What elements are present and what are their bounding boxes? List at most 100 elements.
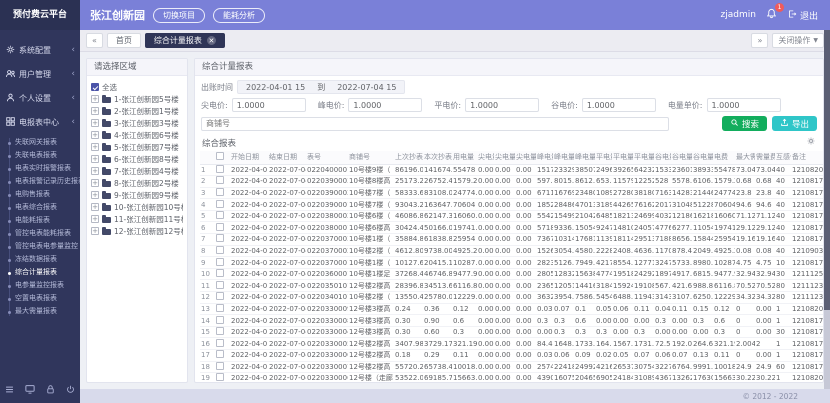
table-row[interactable]: 102022-04-012022-07-04022036000110号楼1楼足3… bbox=[200, 268, 823, 280]
tree-item-10[interactable]: +11-张江创新园11号楼 bbox=[91, 213, 183, 225]
row-checkbox[interactable] bbox=[216, 362, 224, 370]
sidebar-report-item-5[interactable]: 电表综合报表 bbox=[0, 201, 80, 214]
table-row[interactable]: 62022-04-012022-07-04022038000110号楼6楼高30… bbox=[200, 222, 823, 234]
column-header-6[interactable]: 用电量 bbox=[452, 151, 477, 164]
sidebar-report-item-6[interactable]: 电能耗报表 bbox=[0, 214, 80, 227]
sidebar-report-item-10[interactable]: 综合计量报表 bbox=[0, 266, 80, 279]
expand-icon[interactable]: + bbox=[91, 203, 99, 211]
expand-icon[interactable]: + bbox=[91, 143, 99, 151]
sidebar-item-0[interactable]: 系统配置‹ bbox=[0, 38, 80, 62]
row-checkbox[interactable] bbox=[216, 234, 224, 242]
table-row[interactable]: 22022-04-012022-07-04022039000310号楼8楼高25… bbox=[200, 176, 823, 188]
sidebar-report-item-12[interactable]: 空置电表报表 bbox=[0, 292, 80, 305]
sidebar-report-item-0[interactable]: 失联网关报表 bbox=[0, 136, 80, 149]
column-header-12[interactable]: 峰电量费 bbox=[574, 151, 595, 164]
row-checkbox[interactable] bbox=[216, 350, 224, 358]
price-input-2[interactable] bbox=[465, 98, 539, 112]
expand-icon[interactable]: + bbox=[91, 95, 99, 103]
row-checkbox[interactable] bbox=[216, 269, 224, 277]
column-header-0[interactable]: 开始日期 bbox=[230, 151, 268, 164]
row-checkbox[interactable] bbox=[216, 281, 224, 289]
column-header-23[interactable]: 备注 bbox=[791, 151, 823, 164]
select-all-row[interactable]: 全选 bbox=[91, 81, 183, 93]
row-checkbox[interactable] bbox=[216, 373, 224, 381]
tree-item-0[interactable]: +1-张江创新园5号楼 bbox=[91, 93, 183, 105]
sidebar-report-item-7[interactable]: 管控电表能耗报表 bbox=[0, 227, 80, 240]
search-button[interactable]: 搜索 bbox=[722, 116, 767, 131]
row-checkbox[interactable] bbox=[216, 339, 224, 347]
column-settings-button[interactable] bbox=[806, 136, 816, 149]
price-input-4[interactable] bbox=[707, 98, 781, 112]
scrollbar-thumb[interactable] bbox=[824, 30, 830, 310]
column-header-7[interactable]: 尖电量 bbox=[477, 151, 494, 164]
expand-icon[interactable]: + bbox=[91, 131, 99, 139]
tree-item-2[interactable]: +3-张江创新园3号楼 bbox=[91, 117, 183, 129]
date-range-picker[interactable]: 2022-04-01 15 到 2022-07-04 15 bbox=[237, 80, 405, 94]
tree-item-11[interactable]: +12-张江创新园12号楼 bbox=[91, 225, 183, 237]
table-row[interactable]: 192022-04-012022-07-04022033000612号楼（走廊5… bbox=[200, 373, 823, 382]
table-row[interactable]: 162022-04-012022-07-04022033000512号楼2楼高3… bbox=[200, 338, 823, 350]
row-checkbox[interactable] bbox=[216, 304, 224, 312]
tab-1[interactable]: 综合计量报表✕ bbox=[145, 33, 225, 48]
window-scrollbar[interactable] bbox=[824, 30, 830, 389]
username[interactable]: zjadmin bbox=[721, 10, 756, 20]
row-checkbox[interactable] bbox=[216, 211, 224, 219]
switch-project-button[interactable]: 切换项目 bbox=[153, 8, 205, 23]
table-row[interactable]: 142022-04-012022-07-04022033000812号楼3楼高0… bbox=[200, 315, 823, 327]
row-checkbox[interactable] bbox=[216, 316, 224, 324]
column-header-11[interactable]: 峰电量价 bbox=[553, 151, 574, 164]
table-row[interactable]: 42022-04-012022-07-04022039000110号楼7楼（93… bbox=[200, 199, 823, 211]
column-header-15[interactable]: 平电量费 bbox=[633, 151, 654, 164]
column-header-1[interactable]: 结束日期 bbox=[268, 151, 306, 164]
table-row[interactable]: 112022-04-012022-07-04022035010112号楼2楼高2… bbox=[200, 280, 823, 292]
expand-icon[interactable]: + bbox=[91, 179, 99, 187]
notifications-button[interactable]: 1 bbox=[766, 8, 777, 22]
export-button[interactable]: 导出 bbox=[772, 116, 817, 131]
table-row[interactable]: 82022-04-012022-07-04022037000210号楼2楼（46… bbox=[200, 245, 823, 257]
lock-icon[interactable] bbox=[45, 380, 56, 399]
expand-icon[interactable]: + bbox=[91, 191, 99, 199]
tree-item-8[interactable]: +9-张江创新园9号楼 bbox=[91, 189, 183, 201]
expand-icon[interactable]: + bbox=[91, 215, 99, 223]
close-operations-dropdown[interactable]: 关闭操作▼ bbox=[772, 33, 824, 48]
column-header-22[interactable]: 互感倍率 bbox=[775, 151, 791, 164]
tree-item-6[interactable]: +7-张江创新园4号楼 bbox=[91, 165, 183, 177]
tabs-scroll-left-button[interactable]: « bbox=[86, 33, 103, 48]
column-header-16[interactable]: 谷电量 bbox=[654, 151, 671, 164]
sidebar-report-item-3[interactable]: 电表报警记录历史报表 bbox=[0, 175, 80, 188]
price-input-0[interactable] bbox=[232, 98, 306, 112]
tree-item-5[interactable]: +6-张江创新园8号楼 bbox=[91, 153, 183, 165]
column-header-5[interactable]: 本次抄表 bbox=[423, 151, 452, 164]
column-header-13[interactable]: 平电量 bbox=[595, 151, 612, 164]
row-checkbox[interactable] bbox=[216, 223, 224, 231]
shop-number-input[interactable] bbox=[201, 117, 669, 131]
sidebar-item-1[interactable]: 用户管理‹ bbox=[0, 62, 80, 86]
expand-icon[interactable]: + bbox=[91, 119, 99, 127]
monitor-icon[interactable] bbox=[24, 380, 36, 399]
column-header-19[interactable]: 电费 bbox=[713, 151, 735, 164]
row-checkbox[interactable] bbox=[216, 327, 224, 335]
row-checkbox[interactable] bbox=[216, 200, 224, 208]
close-icon[interactable]: ✕ bbox=[207, 36, 216, 45]
column-header-9[interactable]: 尖电量费 bbox=[515, 151, 536, 164]
tab-0[interactable]: 首页 bbox=[107, 33, 141, 48]
tabs-scroll-right-button[interactable]: » bbox=[751, 33, 768, 48]
table-row[interactable]: 12022-04-012022-07-04022040000110号楼9楼（86… bbox=[200, 164, 823, 176]
column-header-8[interactable]: 尖电量价 bbox=[494, 151, 515, 164]
expand-icon[interactable]: + bbox=[91, 107, 99, 115]
column-header-17[interactable]: 谷电量价 bbox=[671, 151, 692, 164]
sidebar-item-2[interactable]: 个人设置‹ bbox=[0, 86, 80, 110]
sidebar-item-3[interactable]: 电报表中心‹ bbox=[0, 110, 80, 134]
menu-icon[interactable] bbox=[4, 380, 15, 399]
sidebar-report-item-8[interactable]: 管控电表电参量监控 bbox=[0, 240, 80, 253]
column-header-20[interactable]: 最大需量 bbox=[735, 151, 755, 164]
row-checkbox[interactable] bbox=[216, 258, 224, 266]
sidebar-report-item-4[interactable]: 电购售报表 bbox=[0, 188, 80, 201]
table-row[interactable]: 182022-04-012022-07-04022033000712号楼2楼高5… bbox=[200, 361, 823, 373]
select-all-checkbox[interactable] bbox=[91, 83, 99, 91]
sidebar-report-item-9[interactable]: 冻结数据报表 bbox=[0, 253, 80, 266]
table-row[interactable]: 52022-04-012022-07-04022038000210号楼6楼（46… bbox=[200, 210, 823, 222]
tree-item-7[interactable]: +8-张江创新园2号楼 bbox=[91, 177, 183, 189]
tree-item-4[interactable]: +5-张江创新园7号楼 bbox=[91, 141, 183, 153]
energy-analysis-button[interactable]: 能耗分析 bbox=[213, 8, 265, 23]
